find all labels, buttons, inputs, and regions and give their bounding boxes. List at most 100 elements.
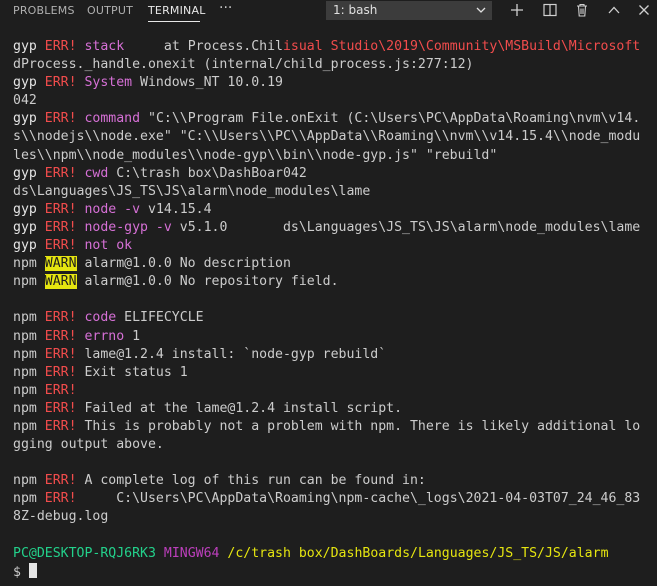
terminal-text: ERR! xyxy=(44,111,77,127)
terminal-line: gyp ERR! command "C:\\Program File.onExi… xyxy=(13,110,640,128)
terminal-text: gyp xyxy=(13,238,45,254)
terminal-text: Windows_NT 10.0.19 xyxy=(132,75,283,91)
terminal-text: System xyxy=(76,75,133,91)
terminal-line: npm ERR! A complete log of this run can … xyxy=(13,472,640,490)
terminal-text: at Process.Chil xyxy=(163,39,283,54)
terminal-line: npm ERR! xyxy=(13,382,640,400)
terminal-line: gging output above. xyxy=(13,436,640,454)
terminal-text: ERR! xyxy=(44,400,77,416)
terminal-line: ds\Languages\JS_TS\JS\alarm\node_modules… xyxy=(13,183,640,201)
terminal-text: 1 xyxy=(124,328,141,344)
active-tab-indicator xyxy=(148,21,200,22)
panel-header: PROBLEMS OUTPUT TERMINAL ··· 1: bash xyxy=(0,0,657,22)
terminal-text: alarm@1.0.0 No description xyxy=(76,256,291,272)
terminal-text: This is probably not a problem with npm.… xyxy=(76,418,641,434)
terminal-line: npm WARN alarm@1.0.0 No repository field… xyxy=(13,273,640,291)
close-icon[interactable] xyxy=(636,2,652,18)
terminal-text: npm xyxy=(13,256,45,272)
terminal-text: WARN xyxy=(44,274,77,290)
trash-icon[interactable] xyxy=(574,2,590,18)
terminal-text: Failed at the lame@1.2.4 install script. xyxy=(76,400,403,416)
terminal-text: ELIFECYCLE xyxy=(116,310,204,326)
terminal-text: ERR! xyxy=(44,39,77,54)
maximize-panel-icon[interactable] xyxy=(606,2,622,18)
terminal-text: WARN xyxy=(44,256,77,272)
terminal-line: dProcess._handle.onexit (internal/child_… xyxy=(13,56,640,74)
terminal-text: Exit status 1 xyxy=(76,364,188,380)
terminal-text: cwd xyxy=(76,165,109,181)
terminal-text: errno xyxy=(76,328,125,344)
terminal-text: ERR! xyxy=(44,165,77,181)
split-terminal-icon[interactable] xyxy=(542,2,558,18)
terminal-text: gyp xyxy=(13,111,45,127)
terminal-text: ds\Languages\JS_TS\JS\alarm\node_modules… xyxy=(13,183,371,199)
terminal-line: npm ERR! lame@1.2.4 install: `node-gyp r… xyxy=(13,346,640,364)
terminal-text: ERR! xyxy=(44,346,77,362)
chevron-down-icon xyxy=(476,7,486,13)
terminal-text: MINGW64 xyxy=(163,545,220,561)
terminal-text: gyp xyxy=(13,75,45,91)
terminal-text: les\\npm\\node_modules\\node-gyp\\bin\\n… xyxy=(13,147,498,163)
terminal-text: ERR! xyxy=(44,328,77,344)
terminal-line: les\\npm\\node_modules\\node-gyp\\bin\\n… xyxy=(13,147,640,165)
terminal-text: npm xyxy=(13,382,45,398)
terminal-line: gyp ERR! cwd C:\trash box\DashBoar042 xyxy=(13,165,640,183)
terminal-text: npm xyxy=(13,418,45,434)
terminal-text: $ xyxy=(13,564,29,580)
terminal-text: ERR! xyxy=(44,418,77,434)
terminal-text: npm xyxy=(13,364,45,380)
terminal-text: npm xyxy=(13,310,45,326)
terminal-text: npm xyxy=(13,274,45,290)
terminal-line: 8Z-debug.log xyxy=(13,508,640,526)
terminal-line: 042 xyxy=(13,92,640,110)
terminal-line: npm ERR! Failed at the lame@1.2.4 instal… xyxy=(13,400,640,418)
terminal-line: npm ERR! Exit status 1 xyxy=(13,364,640,382)
terminal-text: v5.1.0 ds\Languages\JS_TS\JS\alarm\node_… xyxy=(171,219,641,235)
plus-icon[interactable] xyxy=(509,2,525,18)
terminal-text: ERR! xyxy=(44,473,77,489)
terminal-text: /c/trash box/DashBoards/Languages/JS_TS/… xyxy=(227,545,609,561)
more-actions-icon[interactable]: ··· xyxy=(219,0,232,16)
terminal-text: npm xyxy=(13,400,45,416)
terminal-text: v14.15.4 xyxy=(140,201,212,217)
terminal-text: alarm@1.0.0 No repository field. xyxy=(76,274,339,290)
terminal-text: gyp xyxy=(13,165,45,181)
terminal-text: dProcess._handle.onexit (internal/child_… xyxy=(13,57,474,73)
terminal-text: PC@DESKTOP-RQJ6RK3 xyxy=(13,545,156,561)
terminal-text: npm xyxy=(13,473,45,489)
terminal-select-label: 1: bash xyxy=(333,3,378,17)
terminal-select[interactable]: 1: bash xyxy=(326,1,492,20)
tab-problems[interactable]: PROBLEMS xyxy=(13,4,75,17)
terminal-text: gyp xyxy=(13,201,45,217)
terminal-text: gging output above. xyxy=(13,437,164,453)
terminal-line: gyp ERR! node-gyp -v v5.1.0 ds\Languages… xyxy=(13,219,640,237)
terminal-text: C:\trash box\DashBoar042 xyxy=(108,165,307,181)
terminal-line: $ xyxy=(13,562,640,581)
terminal-text: ERR! xyxy=(44,491,77,507)
tab-terminal[interactable]: TERMINAL xyxy=(148,4,206,17)
terminal-text: node-gyp -v xyxy=(76,219,172,235)
terminal-output[interactable]: gyp ERR! stack at Process.Chilisual Stud… xyxy=(13,38,640,581)
terminal-line: npm ERR! This is probably not a problem … xyxy=(13,418,640,436)
terminal-line: gyp ERR! not ok xyxy=(13,237,640,255)
terminal-text: C:\Users\PC\AppData\Roaming\npm-cache\_l… xyxy=(76,491,641,507)
terminal-text: ERR! xyxy=(44,382,77,398)
terminal-text: ERR! xyxy=(44,219,77,235)
terminal-panel: PROBLEMS OUTPUT TERMINAL ··· 1: bash gyp… xyxy=(0,0,657,586)
terminal-text: code xyxy=(76,310,117,326)
terminal-text: npm xyxy=(13,491,45,507)
tab-output[interactable]: OUTPUT xyxy=(87,4,133,17)
terminal-line: gyp ERR! node -v v14.15.4 xyxy=(13,201,640,219)
terminal-text: gyp xyxy=(13,39,45,54)
terminal-line: s\\nodejs\\node.exe" "C:\\Users\\PC\\App… xyxy=(13,128,640,146)
terminal-text: ERR! xyxy=(44,201,77,217)
terminal-text: 042 xyxy=(13,93,37,109)
terminal-text: stack xyxy=(76,39,164,54)
terminal-text: 8Z-debug.log xyxy=(13,509,109,525)
terminal-line: gyp ERR! System Windows_NT 10.0.19 xyxy=(13,74,640,92)
terminal-text: ERR! xyxy=(44,364,77,380)
